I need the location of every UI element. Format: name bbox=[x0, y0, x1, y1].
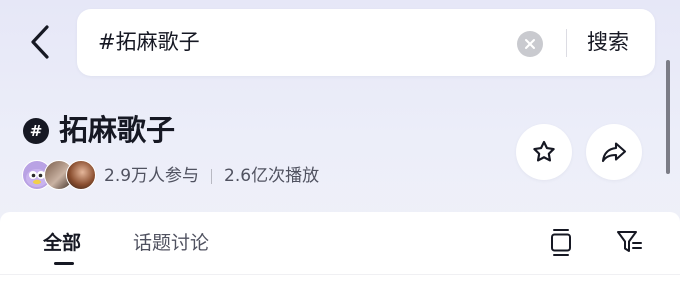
play-count: 2.6亿次播放 bbox=[224, 166, 320, 186]
search-input[interactable]: #拓麻歌子 bbox=[98, 9, 200, 76]
topic-title: 拓麻歌子 bbox=[59, 113, 176, 147]
search-bar[interactable]: #拓麻歌子 搜索 bbox=[77, 9, 655, 76]
filter-icon bbox=[617, 231, 642, 252]
content-panel: 全部 话题讨论 bbox=[0, 212, 680, 284]
filter-button[interactable] bbox=[612, 224, 648, 260]
search-divider bbox=[566, 29, 567, 57]
avatar bbox=[66, 160, 96, 190]
back-button[interactable] bbox=[18, 20, 62, 64]
layout-toggle-button[interactable] bbox=[543, 224, 579, 260]
close-icon bbox=[525, 39, 535, 49]
single-column-icon bbox=[551, 229, 571, 256]
scrollbar[interactable] bbox=[666, 60, 670, 174]
favorite-button[interactable] bbox=[516, 124, 572, 180]
search-button[interactable]: 搜索 bbox=[587, 9, 629, 76]
chevron-left-icon bbox=[31, 25, 49, 59]
clear-search-button[interactable] bbox=[517, 31, 543, 57]
participant-avatars[interactable] bbox=[22, 160, 102, 190]
share-arrow-icon bbox=[601, 142, 627, 163]
tab-divider bbox=[0, 274, 680, 275]
active-tab-indicator bbox=[54, 262, 74, 265]
tab-topic-discussion[interactable]: 话题讨论 bbox=[133, 212, 209, 274]
stats-divider bbox=[211, 168, 213, 184]
participant-count: 2.9万人参与 bbox=[104, 166, 200, 186]
hashtag-icon: # bbox=[23, 118, 49, 144]
topic-stats: 2.9万人参与 2.6亿次播放 bbox=[104, 162, 319, 190]
star-icon bbox=[533, 140, 555, 162]
share-button[interactable] bbox=[586, 124, 642, 180]
